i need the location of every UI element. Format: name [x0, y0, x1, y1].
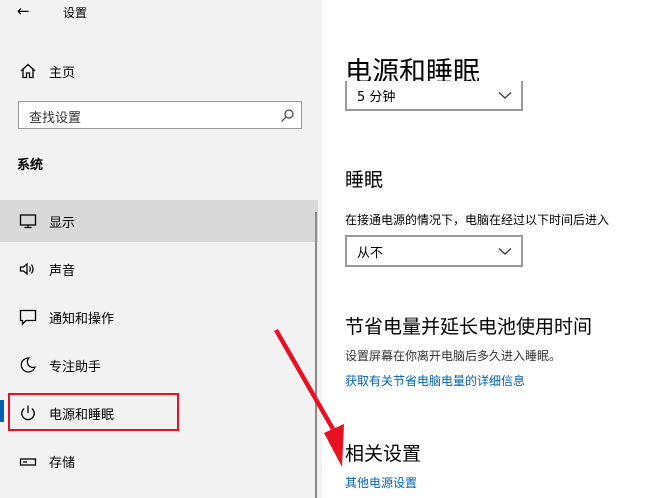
- notification-icon: [19, 309, 37, 326]
- chevron-down-icon: [498, 92, 512, 99]
- app-title: 设置: [63, 6, 88, 20]
- screen-timeout-dropdown[interactable]: 5 分钟: [345, 81, 523, 111]
- sidebar-item-home[interactable]: 主页: [0, 50, 318, 92]
- back-arrow-icon[interactable]: ←: [17, 2, 30, 20]
- sidebar-item-focus-assist[interactable]: 专注助手: [0, 344, 318, 386]
- home-icon: [20, 63, 36, 79]
- title-bar: ← 设置: [0, 0, 322, 26]
- search-icon[interactable]: [279, 108, 295, 124]
- sidebar-item-label: 主页: [49, 66, 76, 81]
- sidebar-scrollbar[interactable]: [315, 212, 317, 498]
- speaker-icon: [19, 262, 34, 276]
- sidebar-item-storage[interactable]: 存储: [0, 440, 318, 482]
- section-title: 系统: [17, 158, 44, 173]
- storage-icon: [19, 458, 37, 466]
- chevron-down-icon: [498, 248, 512, 255]
- additional-power-settings-link[interactable]: 其他电源设置: [345, 474, 417, 491]
- sidebar-item-sound[interactable]: 声音: [0, 248, 318, 290]
- power-saving-description: 设置屏幕在你离开电脑后多久进入睡眠。: [345, 349, 562, 363]
- sidebar-item-label: 通知和操作: [49, 312, 115, 327]
- power-saving-info-link[interactable]: 获取有关节省电脑电量的详细信息: [345, 372, 525, 389]
- dropdown-value: 从不: [357, 246, 384, 261]
- sleep-heading: 睡眠: [345, 169, 384, 191]
- sleep-dropdown[interactable]: 从不: [345, 235, 523, 267]
- main-content: 电源和睡眠 5 分钟 睡眠 在接通电源的情况下，电脑在经过以下时间后进入 从不 …: [322, 0, 652, 498]
- sidebar-item-label: 专注助手: [49, 360, 102, 375]
- dropdown-value: 5 分钟: [357, 90, 396, 105]
- sidebar-item-display[interactable]: 显示: [0, 200, 318, 242]
- sidebar-item-notifications[interactable]: 通知和操作: [0, 296, 318, 338]
- highlight-box: [8, 393, 179, 431]
- sidebar-item-label: 声音: [49, 264, 76, 279]
- search-placeholder: 查找设置: [29, 111, 82, 126]
- sidebar-item-label: 存储: [49, 456, 76, 471]
- monitor-icon: [19, 214, 37, 229]
- related-settings-heading: 相关设置: [345, 443, 422, 465]
- selection-accent: [0, 400, 4, 422]
- moon-icon: [20, 357, 36, 373]
- search-input[interactable]: 查找设置: [18, 101, 302, 129]
- sidebar-item-label: 显示: [49, 216, 76, 231]
- sidebar: ← 设置 主页 查找设置 系统 显示 声音 通知和操作 专注助手 电源和睡眠 存…: [0, 0, 322, 498]
- sleep-description: 在接通电源的情况下，电脑在经过以下时间后进入: [345, 213, 610, 227]
- power-saving-heading: 节省电量并延长电池使用时间: [345, 316, 593, 338]
